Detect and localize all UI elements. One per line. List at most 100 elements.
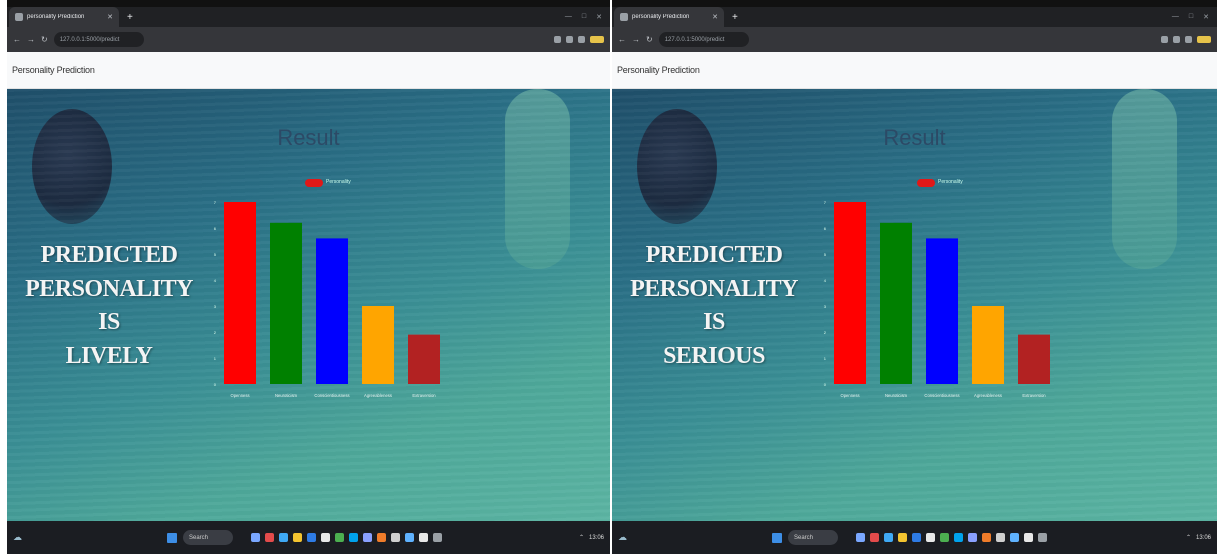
taskbar-app-icon[interactable]	[293, 533, 302, 542]
back-icon[interactable]: ←	[618, 35, 626, 44]
taskbar-app-icon[interactable]	[912, 533, 921, 542]
bookmark-icon[interactable]	[1173, 36, 1180, 43]
prediction-line: PREDICTED	[645, 242, 783, 268]
y-tick-label: 4	[214, 278, 217, 283]
favicon-icon	[620, 13, 628, 21]
start-icon[interactable]	[167, 532, 177, 543]
taskbar-search[interactable]: Search	[183, 530, 233, 545]
taskbar: ☁ Search ⌃ 13:06	[612, 521, 1217, 554]
taskbar-app-icon[interactable]	[870, 533, 879, 542]
taskbar-app-icon[interactable]	[251, 533, 260, 542]
bookmark-icon[interactable]	[566, 36, 573, 43]
taskbar-app-icon[interactable]	[1038, 533, 1047, 542]
weather-icon[interactable]: ☁	[13, 532, 22, 543]
y-tick-label: 5	[214, 252, 217, 257]
bar	[316, 238, 348, 384]
start-icon[interactable]	[772, 532, 782, 543]
browser-tab[interactable]: personality Prediction ✕	[614, 7, 724, 27]
taskbar-app-icon[interactable]	[982, 533, 991, 542]
taskbar-app-icon[interactable]	[405, 533, 414, 542]
window-controls: — □ ✕	[565, 13, 610, 21]
browser-tab[interactable]: personality Prediction ✕	[9, 7, 119, 27]
taskbar-app-icon[interactable]	[349, 533, 358, 542]
extension-icon[interactable]	[554, 36, 561, 43]
y-tick-label: 6	[214, 226, 217, 231]
taskbar-app-icon[interactable]	[391, 533, 400, 542]
new-tab-icon[interactable]: +	[127, 12, 133, 23]
taskbar-app-icon[interactable]	[363, 533, 372, 542]
reload-icon[interactable]: ↻	[41, 35, 48, 44]
prediction-text: PREDICTED PERSONALITY IS LIVELY	[19, 239, 199, 373]
taskbar-app-icon[interactable]	[954, 533, 963, 542]
taskbar-app-icon[interactable]	[898, 533, 907, 542]
taskbar-app-icon[interactable]	[307, 533, 316, 542]
prediction-line: PERSONALITY IS	[25, 275, 193, 336]
result-heading: Result	[277, 125, 340, 150]
new-tab-icon[interactable]: +	[732, 12, 738, 23]
toolbar-icons	[1161, 36, 1211, 43]
minimize-icon[interactable]: —	[1172, 13, 1179, 21]
weather-icon[interactable]: ☁	[618, 532, 627, 543]
extension-icon[interactable]	[1161, 36, 1168, 43]
address-bar[interactable]: 127.0.0.1:5000/predict	[658, 32, 749, 47]
taskbar-app-icon[interactable]	[996, 533, 1005, 542]
network-icon[interactable]: ⌃	[1186, 534, 1191, 541]
x-tick-label: Conscientiousness	[924, 393, 959, 398]
back-icon[interactable]: ←	[13, 35, 21, 44]
prediction-label: LIVELY	[65, 342, 153, 369]
bar	[972, 306, 1004, 384]
clock-time[interactable]: 13:06	[589, 535, 604, 541]
profile-icon[interactable]	[1197, 36, 1211, 43]
forward-icon[interactable]: →	[27, 35, 35, 44]
taskbar-app-icon[interactable]	[856, 533, 865, 542]
system-tray: ⌃ 13:06	[1186, 534, 1211, 542]
maximize-icon[interactable]: □	[582, 13, 586, 21]
address-bar[interactable]: 127.0.0.1:5000/predict	[53, 32, 144, 47]
x-tick-label: Neuroticism	[275, 393, 298, 398]
toolbar-icons	[554, 36, 604, 43]
address-row: ← → ↻ 127.0.0.1:5000/predict	[7, 27, 610, 52]
downloads-icon[interactable]	[578, 36, 585, 43]
taskbar-app-icon[interactable]	[419, 533, 428, 542]
taskbar-app-icon[interactable]	[940, 533, 949, 542]
reload-icon[interactable]: ↻	[646, 35, 653, 44]
taskbar-app-icon[interactable]	[884, 533, 893, 542]
profile-icon[interactable]	[590, 36, 604, 43]
taskbar-app-icon[interactable]	[1010, 533, 1019, 542]
y-tick-label: 1	[214, 356, 217, 361]
maximize-icon[interactable]: □	[1189, 13, 1193, 21]
prediction-text: PREDICTED PERSONALITY IS SERIOUS	[624, 239, 804, 373]
clock-time[interactable]: 13:06	[1196, 535, 1211, 541]
close-tab-icon[interactable]: ✕	[107, 13, 113, 21]
screen-left: personality Prediction ✕ + — □ ✕ ← → ↻ 1…	[7, 0, 610, 554]
network-icon[interactable]: ⌃	[579, 534, 584, 541]
x-tick-label: Extraversion	[1022, 393, 1046, 398]
taskbar-app-icon[interactable]	[433, 533, 442, 542]
downloads-icon[interactable]	[1185, 36, 1192, 43]
taskbar-app-icon[interactable]	[1024, 533, 1033, 542]
taskbar-app-icon[interactable]	[279, 533, 288, 542]
close-tab-icon[interactable]: ✕	[712, 13, 718, 21]
bar	[926, 238, 958, 384]
taskbar-search[interactable]: Search	[788, 530, 838, 545]
close-window-icon[interactable]: ✕	[1203, 13, 1209, 21]
browser-tab-strip: personality Prediction ✕ + — □ ✕	[612, 7, 1217, 27]
taskbar-app-icon[interactable]	[265, 533, 274, 542]
taskbar-app-icon[interactable]	[968, 533, 977, 542]
favicon-icon	[15, 13, 23, 21]
minimize-icon[interactable]: —	[565, 13, 572, 21]
taskbar-app-icon[interactable]	[335, 533, 344, 542]
y-tick-label: 5	[824, 252, 827, 257]
bar	[408, 334, 440, 384]
taskbar-app-icon[interactable]	[377, 533, 386, 542]
y-tick-label: 3	[214, 304, 217, 309]
taskbar-app-icon[interactable]	[926, 533, 935, 542]
system-tray: ⌃ 13:06	[579, 534, 604, 542]
browser-tab-strip: personality Prediction ✕ + — □ ✕	[7, 7, 610, 27]
taskbar-app-icon[interactable]	[321, 533, 330, 542]
tab-title: personality Prediction	[27, 14, 85, 20]
y-tick-label: 3	[824, 304, 827, 309]
forward-icon[interactable]: →	[632, 35, 640, 44]
x-tick-label: Neuroticism	[885, 393, 908, 398]
close-window-icon[interactable]: ✕	[596, 13, 602, 21]
